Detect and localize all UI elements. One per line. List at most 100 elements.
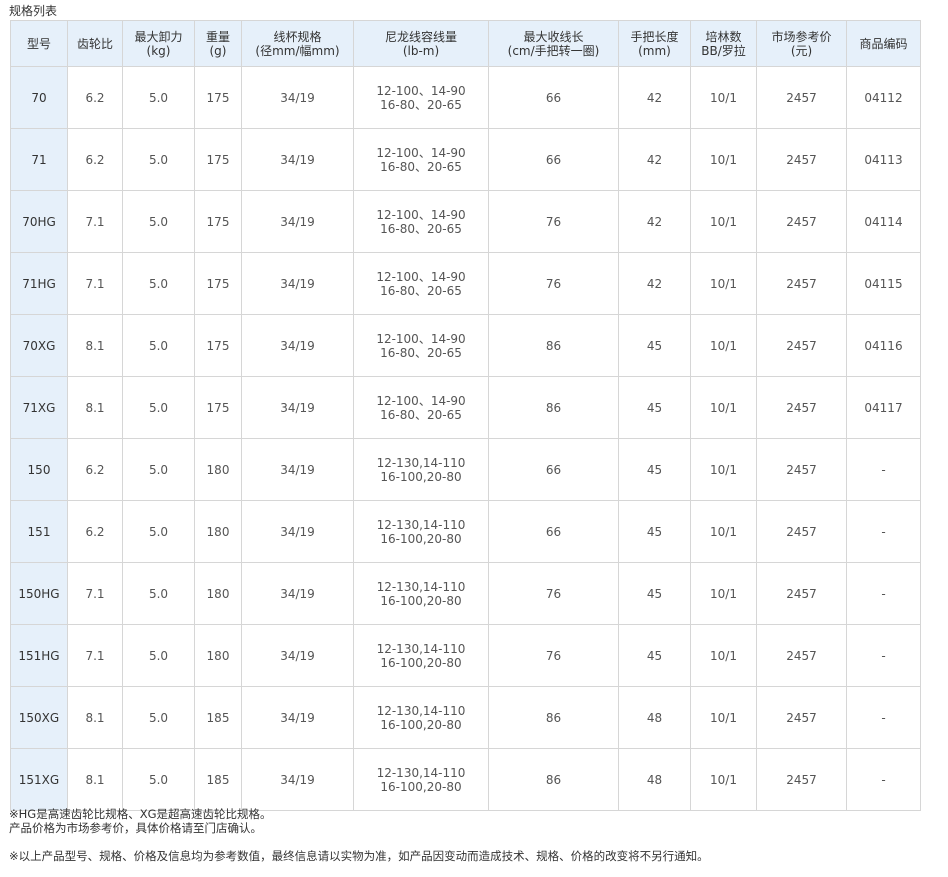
max-retrieve-cell: 66: [488, 66, 619, 129]
weight-cell: 180: [194, 562, 242, 625]
price-cell: 2457: [756, 66, 847, 129]
price-cell: 2457: [756, 748, 847, 811]
weight-cell: 180: [194, 624, 242, 687]
handle-length-cell: 45: [618, 438, 691, 501]
note-hg-xg: ※HG是高速齿轮比规格、XG是超高速齿轮比规格。: [9, 807, 272, 821]
spool-spec-cell: 34/19: [241, 624, 354, 687]
max-retrieve-cell: 66: [488, 128, 619, 191]
spool-spec-cell: 34/19: [241, 128, 354, 191]
max-retrieve-cell: 76: [488, 562, 619, 625]
line-capacity-value: 16-80、20-65: [380, 221, 462, 236]
bearings-cell: 10/1: [690, 66, 757, 129]
max-drag-cell: 5.0: [122, 624, 195, 687]
note-disclaimer: ※以上产品型号、规格、价格及信息均为参考数值，最终信息请以实物为准，如产品因变动…: [9, 849, 709, 863]
model-cell: 71: [10, 128, 68, 191]
page-title: 规格列表: [9, 4, 58, 18]
max-retrieve-cell: 86: [488, 376, 619, 439]
column-header-unit: (lb-m): [402, 43, 440, 58]
handle-length-cell: 42: [618, 252, 691, 315]
column-header-unit: (kg): [146, 43, 171, 58]
weight-cell: 175: [194, 314, 242, 377]
price-cell: 2457: [756, 624, 847, 687]
price-cell: 2457: [756, 500, 847, 563]
price-cell: 2457: [756, 190, 847, 253]
model-cell: 151XG: [10, 748, 68, 811]
product-code-cell: 04116: [846, 314, 921, 377]
spool-spec-cell: 34/19: [241, 314, 354, 377]
handle-length-cell: 45: [618, 376, 691, 439]
column-header-unit: (mm): [638, 43, 671, 58]
bearings-cell: 10/1: [690, 252, 757, 315]
table-row: 151 6.2 5.0 180 34/19 12-130,14-110 16-100,20-…: [10, 500, 921, 563]
line-capacity-value: 16-100,20-80: [380, 779, 462, 794]
column-header-unit: (g): [209, 43, 227, 58]
line-capacity-value: 16-100,20-80: [380, 655, 462, 670]
gear-ratio-cell: 8.1: [67, 748, 123, 811]
model-cell: 71XG: [10, 376, 68, 439]
column-header-unit: (元): [790, 43, 813, 58]
model-cell: 150XG: [10, 686, 68, 749]
max-drag-cell: 5.0: [122, 686, 195, 749]
column-header-label: 线杯规格: [273, 29, 322, 44]
product-code-cell: 04114: [846, 190, 921, 253]
table-row: 71HG 7.1 5.0 175 34/19 12-100、14-90 16-80、20-6…: [10, 252, 921, 315]
max-retrieve-cell: 86: [488, 314, 619, 377]
line-capacity-value: 12-130,14-110: [376, 703, 466, 718]
line-capacity-value: 16-80、20-65: [380, 407, 462, 422]
line-capacity-cell: 12-100、14-90 16-80、20-65: [353, 190, 489, 253]
product-code-cell: -: [846, 562, 921, 625]
gear-ratio-cell: 7.1: [67, 562, 123, 625]
column-header-label: 尼龙线容线量: [384, 29, 457, 44]
model-cell: 151: [10, 500, 68, 563]
column-header-label: 最大卸力: [134, 29, 183, 44]
line-capacity-value: 16-100,20-80: [380, 531, 462, 546]
line-capacity-cell: 12-130,14-110 16-100,20-80: [353, 500, 489, 563]
column-header: 市场参考价 (元): [756, 20, 847, 67]
column-header: 尼龙线容线量 (lb-m): [353, 20, 489, 67]
column-header-unit: (径mm/幅mm): [255, 43, 340, 58]
max-retrieve-cell: 76: [488, 190, 619, 253]
line-capacity-cell: 12-100、14-90 16-80、20-65: [353, 314, 489, 377]
column-header-label: 手把长度: [630, 29, 679, 44]
spool-spec-cell: 34/19: [241, 686, 354, 749]
bearings-cell: 10/1: [690, 128, 757, 191]
column-header: 重量 (g): [194, 20, 242, 67]
bearings-cell: 10/1: [690, 686, 757, 749]
model-cell: 150HG: [10, 562, 68, 625]
line-capacity-cell: 12-100、14-90 16-80、20-65: [353, 66, 489, 129]
line-capacity-value: 16-80、20-65: [380, 283, 462, 298]
table-row: 150 6.2 5.0 180 34/19 12-130,14-110 16-100,20-…: [10, 438, 921, 501]
spool-spec-cell: 34/19: [241, 562, 354, 625]
column-header: 手把长度 (mm): [618, 20, 691, 67]
line-capacity-value: 12-130,14-110: [376, 641, 466, 656]
bearings-cell: 10/1: [690, 624, 757, 687]
max-drag-cell: 5.0: [122, 500, 195, 563]
handle-length-cell: 42: [618, 66, 691, 129]
handle-length-cell: 42: [618, 190, 691, 253]
column-header-label: 型号: [26, 36, 51, 51]
product-code-cell: 04113: [846, 128, 921, 191]
table-row: 151HG 7.1 5.0 180 34/19 12-130,14-110 16-100,2…: [10, 624, 921, 687]
max-drag-cell: 5.0: [122, 66, 195, 129]
line-capacity-value: 12-100、14-90: [376, 83, 466, 98]
column-header-label: 齿轮比: [76, 36, 113, 51]
line-capacity-value: 12-130,14-110: [376, 455, 466, 470]
max-drag-cell: 5.0: [122, 438, 195, 501]
price-cell: 2457: [756, 314, 847, 377]
column-header: 线杯规格 (径mm/幅mm): [241, 20, 354, 67]
line-capacity-cell: 12-130,14-110 16-100,20-80: [353, 624, 489, 687]
gear-ratio-cell: 8.1: [67, 376, 123, 439]
model-cell: 70: [10, 66, 68, 129]
weight-cell: 185: [194, 748, 242, 811]
table-row: 150HG 7.1 5.0 180 34/19 12-130,14-110 16-100,2…: [10, 562, 921, 625]
table-row: 70XG 8.1 5.0 175 34/19 12-100、14-90 16-80、20-6…: [10, 314, 921, 377]
handle-length-cell: 45: [618, 624, 691, 687]
gear-ratio-cell: 7.1: [67, 190, 123, 253]
bearings-cell: 10/1: [690, 376, 757, 439]
weight-cell: 175: [194, 190, 242, 253]
table-body: 70 6.2 5.0 175 34/19 12-100、14-90 16-80、20-65 6…: [10, 66, 921, 811]
notes: ※HG是高速齿轮比规格、XG是超高速齿轮比规格。 产品价格为市场参考价，具体价格…: [9, 807, 709, 863]
max-drag-cell: 5.0: [122, 562, 195, 625]
bearings-cell: 10/1: [690, 748, 757, 811]
column-header: 最大收线长 (cm/手把转一圈): [488, 20, 619, 67]
